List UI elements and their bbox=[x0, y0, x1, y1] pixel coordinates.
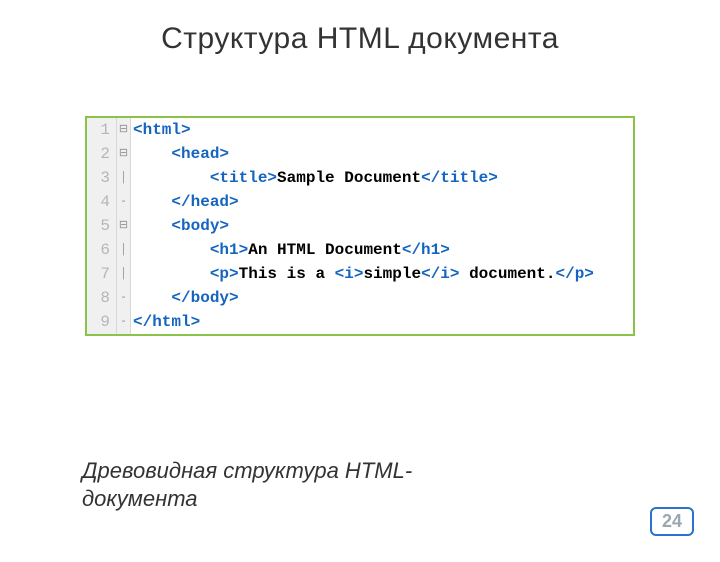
fold-marker: ⊟ bbox=[117, 118, 131, 142]
line-number: 4 bbox=[87, 190, 117, 214]
code-line: 9-</html> bbox=[87, 310, 633, 334]
code-content: <head> bbox=[131, 142, 633, 166]
line-number: 9 bbox=[87, 310, 117, 334]
code-line: 7│ <p>This is a <i>simple</i> document.<… bbox=[87, 262, 633, 286]
page-number-badge: 24 bbox=[650, 507, 694, 536]
code-content: <body> bbox=[131, 214, 633, 238]
code-editor: 1⊟<html>2⊟ <head>3│ <title>Sample Docume… bbox=[85, 116, 635, 336]
code-content: </body> bbox=[131, 286, 633, 310]
code-content: </head> bbox=[131, 190, 633, 214]
code-content: <html> bbox=[131, 118, 633, 142]
code-content: <h1>An HTML Document</h1> bbox=[131, 238, 633, 262]
fold-marker: │ bbox=[117, 166, 131, 190]
code-content: <p>This is a <i>simple</i> document.</p> bbox=[131, 262, 633, 286]
code-content: <title>Sample Document</title> bbox=[131, 166, 633, 190]
code-line: 3│ <title>Sample Document</title> bbox=[87, 166, 633, 190]
fold-marker: ⊟ bbox=[117, 214, 131, 238]
line-number: 5 bbox=[87, 214, 117, 238]
fold-marker: ⊟ bbox=[117, 142, 131, 166]
slide-title: Структура HTML документа bbox=[0, 22, 720, 56]
code-line: 6│ <h1>An HTML Document</h1> bbox=[87, 238, 633, 262]
code-line: 2⊟ <head> bbox=[87, 142, 633, 166]
line-number: 1 bbox=[87, 118, 117, 142]
line-number: 8 bbox=[87, 286, 117, 310]
fold-marker: - bbox=[117, 310, 131, 334]
line-number: 6 bbox=[87, 238, 117, 262]
code-line: 1⊟<html> bbox=[87, 118, 633, 142]
slide-caption: Древовидная структура HTML-документа bbox=[82, 457, 512, 512]
fold-marker: - bbox=[117, 286, 131, 310]
code-line: 8- </body> bbox=[87, 286, 633, 310]
line-number: 3 bbox=[87, 166, 117, 190]
fold-marker: │ bbox=[117, 262, 131, 286]
code-line: 5⊟ <body> bbox=[87, 214, 633, 238]
fold-marker: │ bbox=[117, 238, 131, 262]
code-line: 4- </head> bbox=[87, 190, 633, 214]
line-number: 2 bbox=[87, 142, 117, 166]
line-number: 7 bbox=[87, 262, 117, 286]
fold-marker: - bbox=[117, 190, 131, 214]
code-content: </html> bbox=[131, 310, 633, 334]
